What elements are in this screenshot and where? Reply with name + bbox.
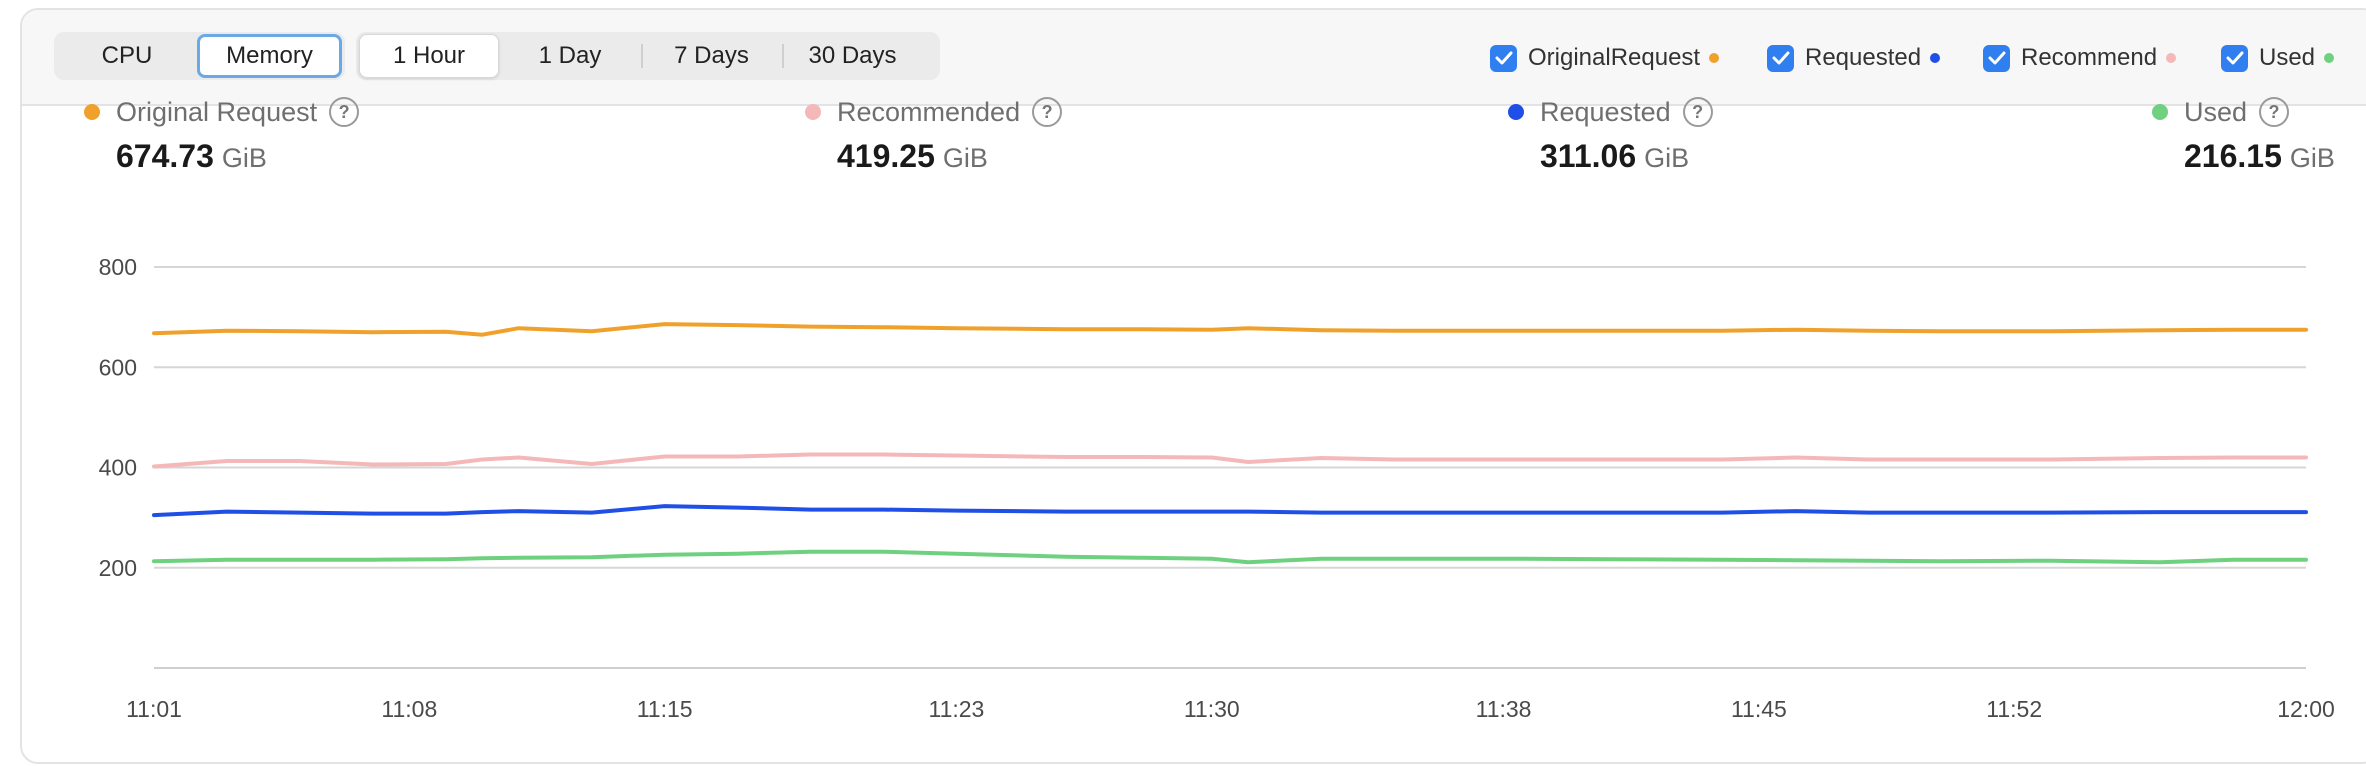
x-tick-label: 11:23 <box>929 696 985 722</box>
x-tick-label: 11:38 <box>1476 696 1532 722</box>
memory-usage-chart: 800 600 400 200 11:01 11:08 11:15 11:23 11:30 11:… <box>99 254 2335 722</box>
x-tick-label: 11:52 <box>1986 696 2042 722</box>
x-tick-label: 11:15 <box>637 696 693 722</box>
series-line-originalrequest <box>152 322 2308 337</box>
y-tick-label: 800 <box>99 254 137 280</box>
series-line-recommend <box>152 452 2308 469</box>
series-line-requested <box>152 504 2308 518</box>
x-tick-label: 12:00 <box>2277 696 2335 722</box>
y-tick-label: 600 <box>99 354 137 380</box>
x-tick-label: 11:08 <box>381 696 437 722</box>
y-tick-label: 200 <box>99 555 137 581</box>
x-tick-label: 11:30 <box>1184 696 1240 722</box>
x-tick-label: 11:45 <box>1731 696 1787 722</box>
usage-panel: CPU Memory 1 Hour 1 Day 7 Days 30 Days O… <box>20 8 2366 764</box>
x-tick-label: 11:01 <box>126 696 182 722</box>
series-line-used <box>152 549 2308 565</box>
y-tick-label: 400 <box>99 455 137 481</box>
